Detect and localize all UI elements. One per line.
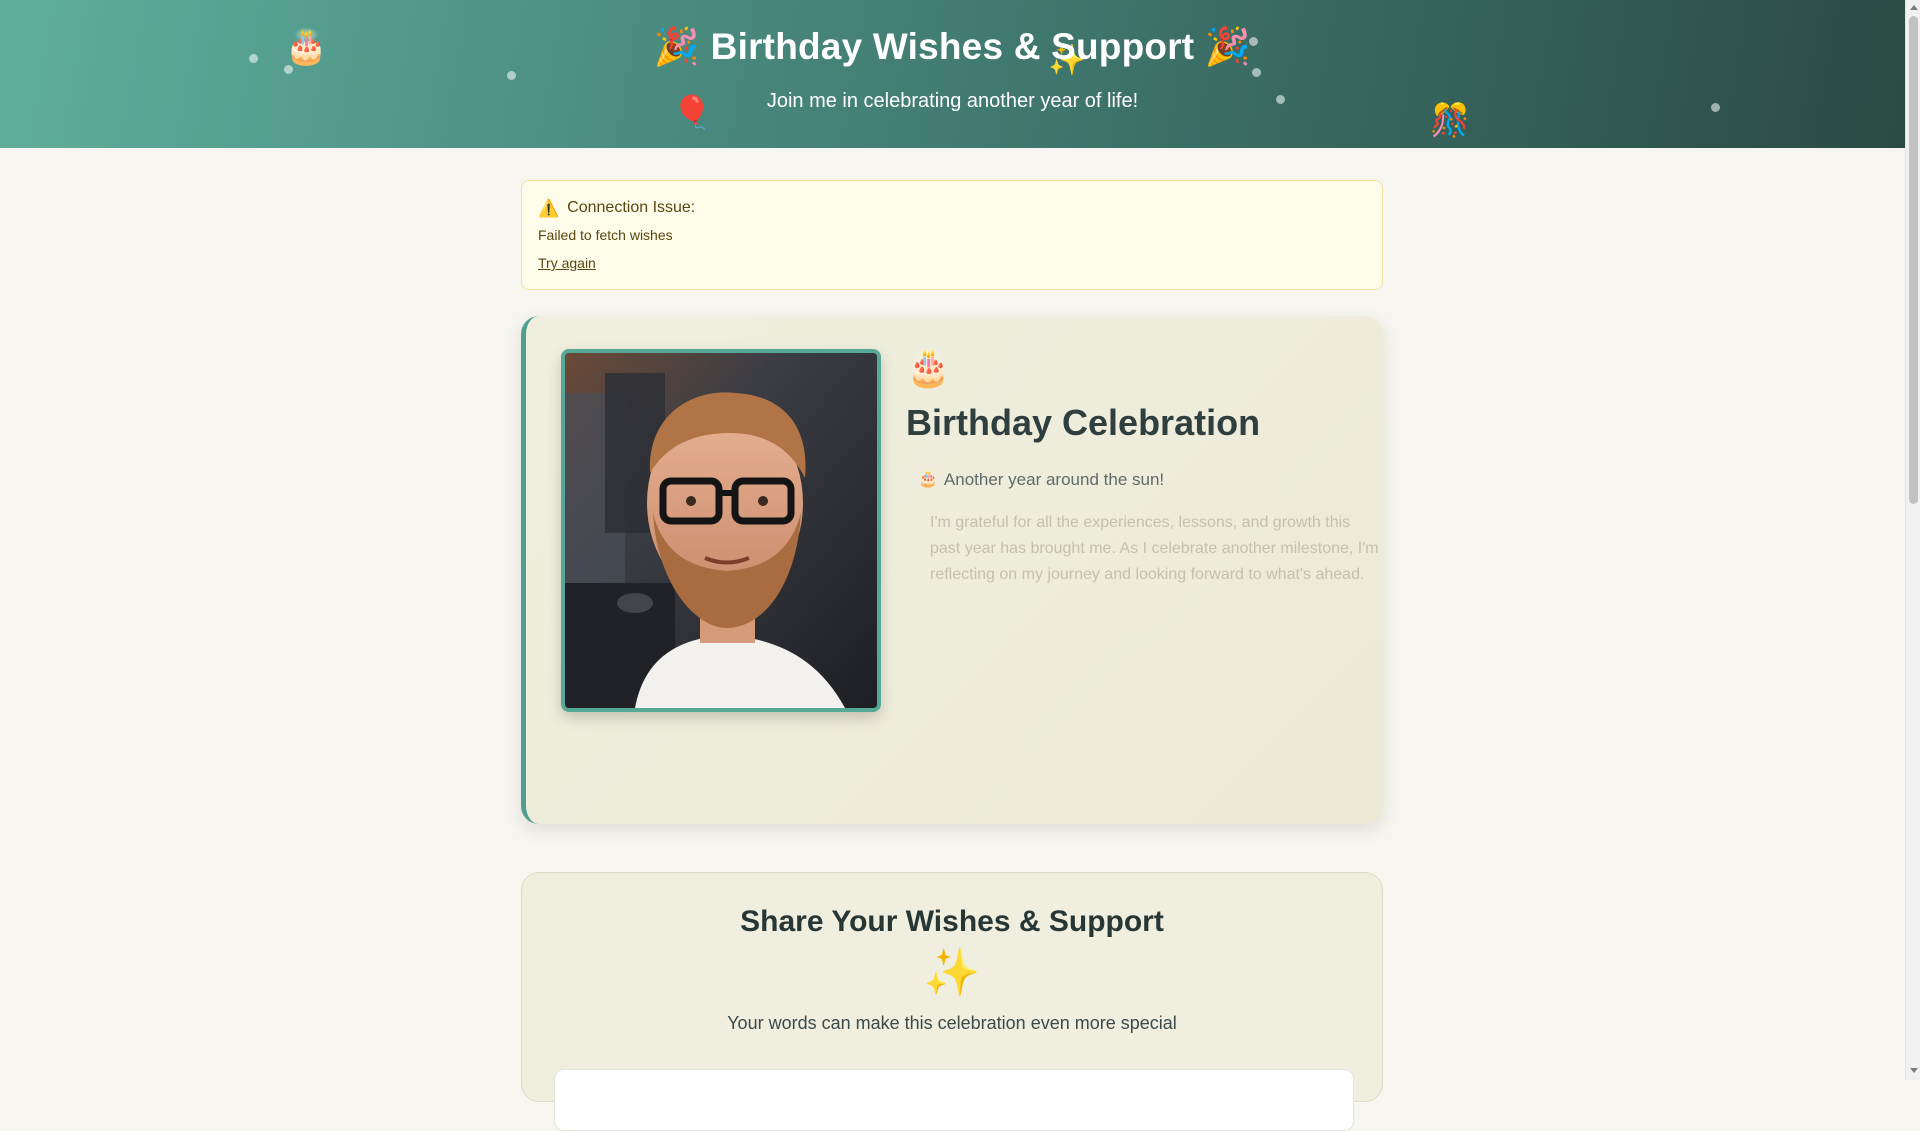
scroll-down-arrow-icon[interactable] [1910,1068,1918,1073]
connection-alert: ⚠️ Connection Issue: Failed to fetch wis… [521,180,1383,290]
page-scrollbar[interactable] [1905,0,1920,1080]
try-again-link[interactable]: Try again [538,255,596,271]
wishes-title: Share Your Wishes & Support [740,905,1164,938]
wishes-subtitle: Your words can make this celebration eve… [727,1013,1177,1033]
scroll-up-arrow-icon[interactable] [1910,5,1918,10]
wishes-section: Share Your Wishes & Support ✨ Your words… [521,872,1383,1131]
alert-title: Connection Issue: [567,199,696,216]
page-title: 🎉 Birthday Wishes & Support 🎉 [653,26,1252,67]
celebration-card: 🎂 Birthday Celebration 🎂 Another year ar… [521,316,1383,824]
celebration-title: Birthday Celebration [906,402,1261,443]
alert-message: Failed to fetch wishes [538,227,673,243]
cake-icon: 🎂 [906,347,951,388]
cake-icon: 🎂 [918,471,938,488]
confetti-dot [507,71,516,80]
scrollbar-thumb[interactable] [1909,16,1918,504]
tagline-text: Another year around the sun! [943,470,1165,489]
warning-icon: ⚠️ [538,198,560,218]
celebration-message: I'm grateful for all the experiences, le… [930,514,1379,583]
header-banner: 🎂 🎈 ✨ 🎊 🎉 Birthday Wishes & Support 🎉 Jo… [0,0,1905,148]
celebration-tagline: 🎂 Another year around the sun! [918,470,1164,490]
confetti-dot [1252,68,1261,77]
profile-photo [561,349,881,712]
alert-header: ⚠️ Connection Issue: [538,199,1366,217]
page-subtitle: Join me in celebrating another year of l… [766,90,1139,112]
wish-form[interactable] [554,1069,1354,1131]
sparkle-icon: ✨ [923,946,981,998]
